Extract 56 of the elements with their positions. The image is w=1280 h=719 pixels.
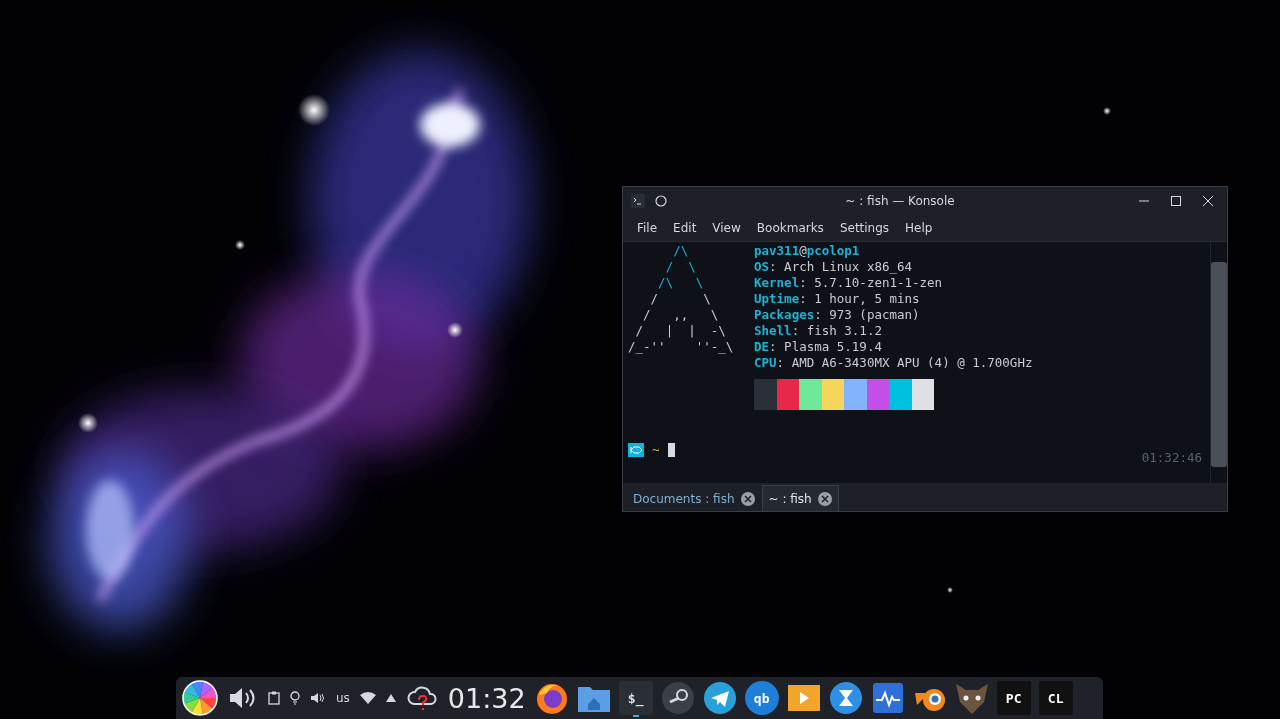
info-line: Kernel: 5.7.10-zen1-1-zen (754, 275, 943, 291)
paper-plane-icon (702, 681, 737, 715)
info-line: Uptime: 1 hour, 5 mins (754, 291, 920, 307)
text-cursor (667, 443, 675, 457)
lightbulb-icon (290, 691, 300, 705)
prompt-path: ~ (652, 442, 660, 458)
taskbar-app[interactable]: CL (1037, 679, 1074, 717)
scrollbar-thumb[interactable] (1211, 262, 1227, 467)
wifi-icon (359, 692, 376, 704)
logo-line: / | | -\ (634, 323, 726, 339)
window-title: ~ : fish — Konsole (844, 193, 956, 208)
tab[interactable]: ~ : fish (761, 485, 839, 511)
up-arrow-icon (385, 694, 396, 702)
menu-item[interactable]: View (704, 216, 749, 239)
taskbar-app[interactable] (701, 679, 738, 717)
prompt-time: 01:32:46 (1141, 450, 1202, 466)
cloud-question-icon (405, 684, 438, 712)
clock[interactable]: 01:32 (447, 682, 526, 714)
circle-icon (655, 194, 667, 207)
close-icon[interactable] (817, 491, 832, 506)
logo-line: /\ \ (657, 275, 704, 291)
logo-line: /_-'' ''-_\ (628, 339, 734, 355)
maximize-icon (1171, 195, 1181, 206)
logo-line: /\ (672, 243, 689, 259)
clipboard-icon (268, 691, 280, 705)
menu-item[interactable]: File (629, 216, 666, 239)
info-line: DE: Plasma 5.19.4 (754, 339, 882, 355)
info-line: pav311@pcolop1 (754, 243, 860, 259)
hourglass-icon (828, 681, 863, 715)
logo-line: / \ (649, 291, 711, 307)
logo-line: / \ (664, 259, 696, 275)
fish-icon (628, 443, 644, 457)
info-line: OS: Arch Linux x86_64 (754, 259, 913, 275)
taskbar-app[interactable]: PC (995, 679, 1032, 717)
menu-item[interactable]: Bookmarks (748, 216, 832, 239)
close-icon[interactable] (740, 491, 755, 506)
menu-item[interactable]: Edit (665, 216, 705, 239)
taskbar-app[interactable]: qb (743, 679, 780, 717)
play-icon (786, 683, 821, 713)
speaker-icon (310, 692, 326, 704)
info-line: CPU: AMD A6-3430MX APU (4) @ 1.700GHz (754, 355, 1033, 371)
keyboard-layout[interactable]: us (336, 691, 350, 705)
taskbar-app[interactable]: $_ (617, 679, 654, 717)
info-line: Packages: 973 (pacman) (754, 307, 920, 323)
color-wheel-icon[interactable] (182, 680, 218, 716)
close-icon (1203, 195, 1213, 206)
terminal-icon (631, 193, 645, 208)
logo-line: / ,, \ (642, 307, 719, 323)
taskbar-app[interactable] (827, 679, 864, 717)
fox-icon (534, 681, 569, 715)
waveform-icon (871, 682, 904, 714)
tab[interactable]: Documents : fish (626, 485, 762, 511)
menu-item[interactable]: Help (897, 216, 941, 239)
info-line: Shell: fish 3.1.2 (754, 323, 882, 339)
animal-face-icon (953, 681, 990, 715)
menu-item[interactable]: Settings (831, 216, 898, 239)
